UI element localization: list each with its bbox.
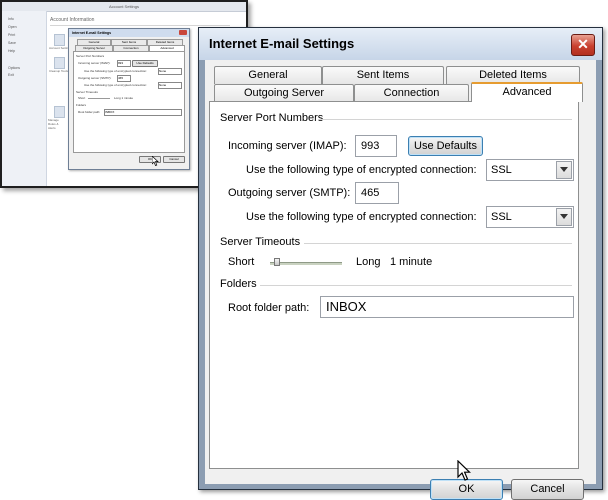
background-nav-item: Help bbox=[8, 49, 16, 53]
dialog-client-area: General Sent Items Deleted Items Outgoin… bbox=[205, 60, 596, 500]
mini-close-icon bbox=[179, 30, 187, 35]
mini-label: Short bbox=[78, 96, 86, 100]
background-mini-dialog: Internet E-mail Settings General Sent It… bbox=[68, 28, 190, 170]
dialog-title: Internet E-mail Settings bbox=[209, 36, 355, 51]
mini-section: Server Timeouts bbox=[76, 90, 98, 94]
mini-select: None bbox=[158, 68, 182, 75]
section-server-timeouts: Server Timeouts bbox=[220, 236, 301, 248]
cancel-button[interactable]: Cancel bbox=[511, 479, 584, 500]
background-nav-item: Save bbox=[8, 41, 16, 45]
mini-label: Root folder path: bbox=[78, 110, 101, 114]
mini-tab-panel: Server Port Numbers Incoming server (IMA… bbox=[73, 51, 185, 153]
outgoing-encryption-value: SSL bbox=[491, 211, 512, 223]
root-folder-input[interactable]: INBOX bbox=[320, 296, 574, 318]
close-button[interactable]: ✕ bbox=[571, 34, 595, 56]
timeout-slider-thumb[interactable] bbox=[273, 258, 280, 266]
mini-select: None bbox=[158, 82, 182, 89]
incoming-encryption-select[interactable]: SSL bbox=[486, 159, 574, 181]
section-server-port-numbers: Server Port Numbers bbox=[220, 112, 324, 124]
background-icon-caption: Manage Rules & Alerts bbox=[48, 118, 59, 130]
cleanup-tools-icon bbox=[54, 57, 65, 69]
mini-button: Use Defaults bbox=[132, 60, 158, 67]
timeout-long-label: Long bbox=[356, 256, 381, 268]
account-settings-icon bbox=[54, 34, 65, 46]
tab-connection[interactable]: Connection bbox=[354, 84, 469, 102]
mini-cancel-button: Cancel bbox=[163, 156, 185, 163]
dialog-titlebar[interactable]: Internet E-mail Settings ✕ bbox=[199, 28, 602, 60]
advanced-tab-panel: Server Port Numbers Incoming server (IMA… bbox=[209, 101, 579, 469]
outgoing-port-input[interactable]: 465 bbox=[355, 182, 399, 204]
rules-alerts-icon bbox=[54, 106, 65, 118]
tab-advanced[interactable]: Advanced bbox=[471, 82, 583, 102]
background-nav-item: Info bbox=[8, 17, 14, 21]
outgoing-server-label: Outgoing server (SMTP): bbox=[228, 187, 351, 199]
timeout-slider-track[interactable] bbox=[270, 262, 342, 265]
incoming-encryption-label: Use the following type of encrypted conn… bbox=[246, 164, 477, 176]
use-defaults-button[interactable]: Use Defaults bbox=[408, 136, 483, 156]
mini-label: Use the following type of encrypted conn… bbox=[84, 69, 147, 73]
mini-dialog-title: Internet E-mail Settings bbox=[69, 29, 189, 37]
timeout-short-label: Short bbox=[228, 256, 255, 268]
background-nav-item: Open bbox=[8, 25, 17, 29]
mini-field: 465 bbox=[117, 75, 131, 82]
mini-label: Long 1 minute bbox=[114, 96, 134, 100]
incoming-encryption-value: SSL bbox=[491, 164, 512, 176]
background-icon-caption: Cleanup Tools bbox=[49, 69, 68, 73]
background-nav-item: Exit bbox=[8, 73, 14, 77]
outgoing-encryption-label: Use the following type of encrypted conn… bbox=[246, 211, 477, 223]
mini-field: 993 bbox=[117, 60, 131, 67]
outgoing-encryption-select[interactable]: SSL bbox=[486, 206, 574, 228]
section-divider bbox=[260, 285, 572, 286]
mini-section: Folders bbox=[76, 103, 87, 107]
root-folder-label: Root folder path: bbox=[228, 302, 310, 314]
chevron-down-icon[interactable] bbox=[556, 208, 572, 226]
mini-slider bbox=[88, 98, 110, 99]
incoming-port-input[interactable]: 993 bbox=[355, 135, 397, 157]
mouse-pointer-icon bbox=[457, 459, 471, 486]
background-heading: Account Information bbox=[50, 17, 95, 23]
background-nav-pane: Info Open Print Save Help Options Exit bbox=[2, 11, 47, 186]
section-divider bbox=[304, 243, 572, 244]
background-divider bbox=[50, 25, 230, 26]
section-folders: Folders bbox=[220, 278, 257, 290]
mini-field: INBOX bbox=[104, 109, 182, 116]
mini-mouse-pointer-icon bbox=[151, 155, 159, 168]
tab-outgoing-server[interactable]: Outgoing Server bbox=[214, 84, 354, 102]
mini-label: Outgoing server (SMTP): bbox=[78, 76, 112, 80]
close-icon: ✕ bbox=[577, 36, 589, 52]
internet-email-settings-dialog: Internet E-mail Settings ✕ General Sent … bbox=[198, 27, 603, 500]
tab-general[interactable]: General bbox=[214, 66, 322, 84]
mini-label: Incoming server (IMAP): bbox=[78, 61, 111, 65]
chevron-down-icon[interactable] bbox=[556, 161, 572, 179]
background-nav-item: Print bbox=[8, 33, 16, 37]
timeout-value: 1 minute bbox=[390, 256, 433, 268]
section-divider bbox=[318, 119, 572, 120]
tab-sent-items[interactable]: Sent Items bbox=[322, 66, 444, 84]
mini-section: Server Port Numbers bbox=[76, 54, 105, 58]
incoming-server-label: Incoming server (IMAP): bbox=[228, 140, 347, 152]
background-nav-item: Options bbox=[8, 66, 21, 70]
mini-label: Use the following type of encrypted conn… bbox=[84, 83, 147, 87]
